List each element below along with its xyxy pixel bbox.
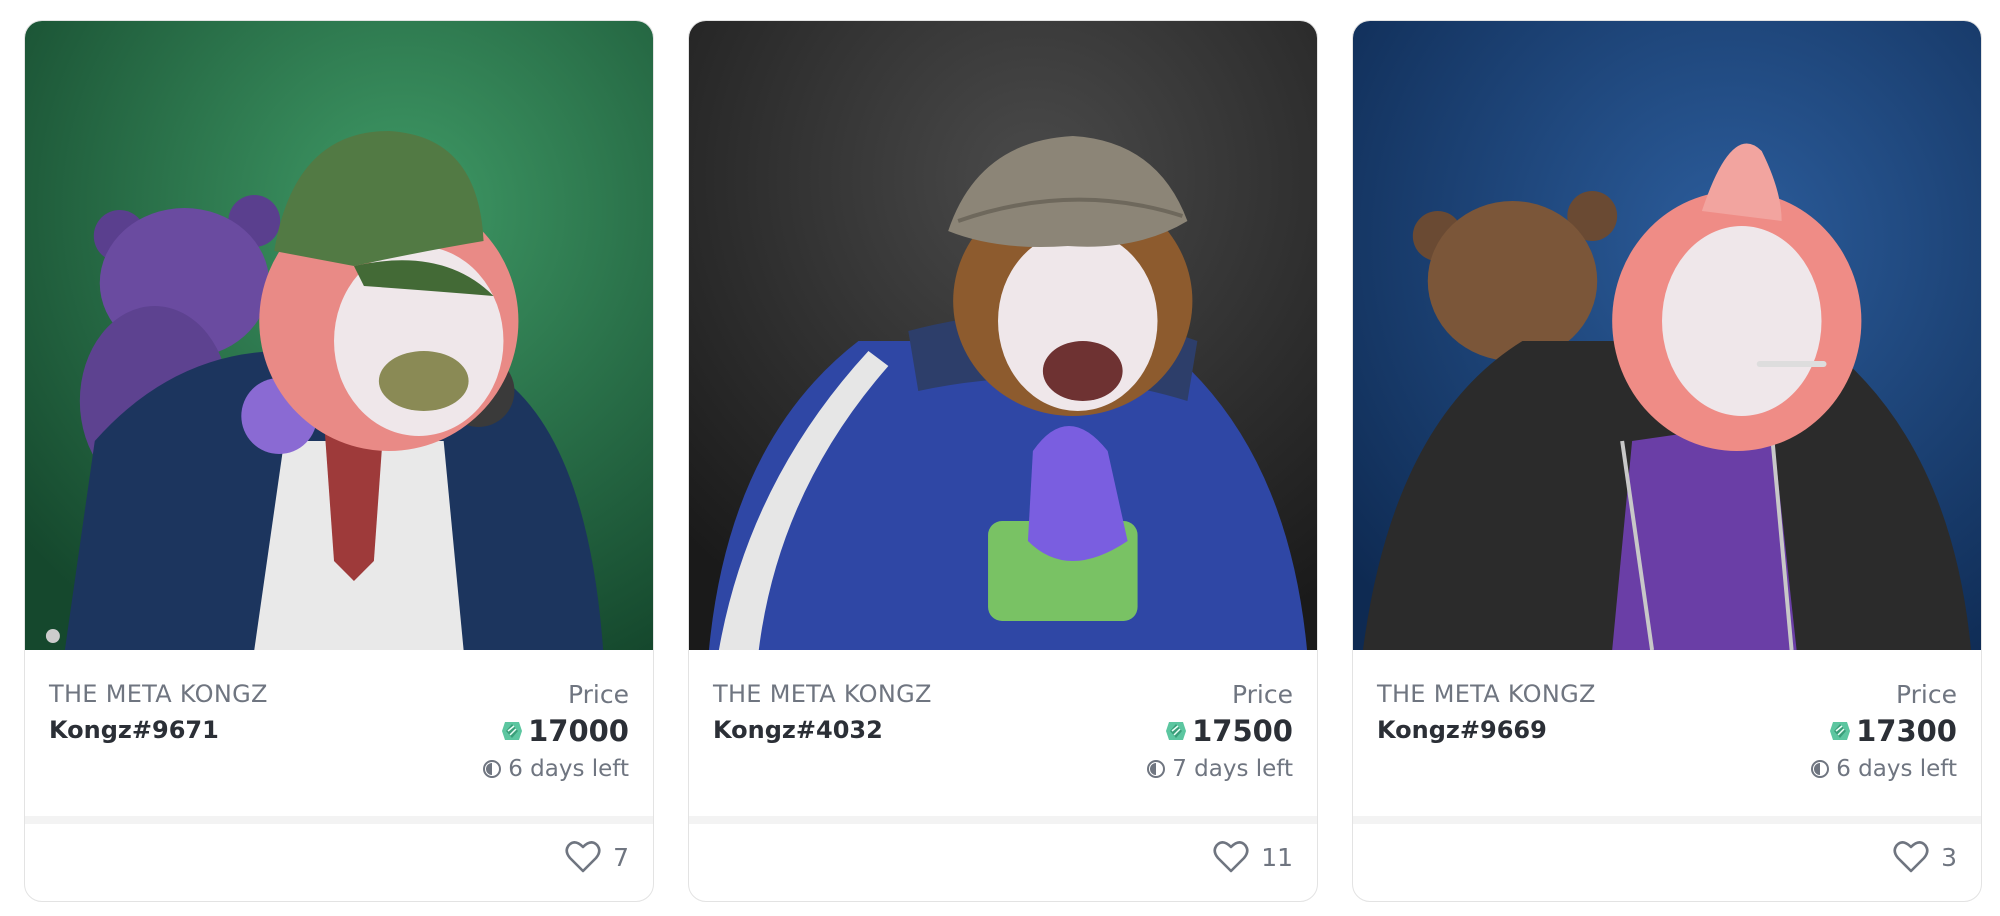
token-name[interactable]: Kongz#4032 — [713, 716, 883, 744]
nft-card[interactable]: THE META KONGZ Kongz#4032 Price 17500 7 … — [688, 20, 1318, 902]
heart-icon[interactable] — [1213, 840, 1249, 874]
like-button[interactable]: 7 — [565, 840, 629, 874]
card-info: THE META KONGZ Kongz#9669 Price 17300 6 … — [1353, 650, 1981, 818]
price-value: 17000 — [528, 714, 629, 748]
nft-card[interactable]: THE META KONGZ Kongz#9671 Price 17000 6 … — [24, 20, 654, 902]
price-label: Price — [568, 680, 629, 709]
like-count: 11 — [1261, 842, 1293, 872]
card-info: THE META KONGZ Kongz#9671 Price 17000 6 … — [25, 650, 653, 818]
like-count: 3 — [1941, 842, 1957, 872]
nft-image[interactable] — [689, 21, 1317, 650]
kong-artwork-blue — [1353, 21, 1981, 650]
price-value: 17500 — [1192, 714, 1293, 748]
price-row: 17300 — [1828, 714, 1957, 748]
collection-name[interactable]: THE META KONGZ — [713, 680, 932, 708]
time-left: 6 days left — [1810, 756, 1957, 782]
card-footer: 3 — [1353, 816, 1981, 901]
heart-icon[interactable] — [565, 840, 601, 874]
token-name[interactable]: Kongz#9671 — [49, 716, 219, 744]
card-footer: 11 — [689, 816, 1317, 901]
nft-card[interactable]: THE META KONGZ Kongz#9669 Price 17300 6 … — [1352, 20, 1982, 902]
collection-name[interactable]: THE META KONGZ — [49, 680, 268, 708]
nft-image[interactable] — [1353, 21, 1981, 650]
card-info: THE META KONGZ Kongz#4032 Price 17500 7 … — [689, 650, 1317, 818]
time-left: 7 days left — [1146, 756, 1293, 782]
time-left-text: 6 days left — [1836, 756, 1957, 782]
collection-name[interactable]: THE META KONGZ — [1377, 680, 1596, 708]
klay-token-icon — [1828, 719, 1852, 743]
price-row: 17500 — [1164, 714, 1293, 748]
time-left: 6 days left — [482, 756, 629, 782]
heart-icon[interactable] — [1893, 840, 1929, 874]
card-footer: 7 — [25, 816, 653, 901]
nft-image[interactable] — [25, 21, 653, 650]
price-value: 17300 — [1856, 714, 1957, 748]
price-row: 17000 — [500, 714, 629, 748]
clock-icon — [1146, 759, 1166, 779]
price-label: Price — [1896, 680, 1957, 709]
time-left-text: 6 days left — [508, 756, 629, 782]
nft-card-grid: THE META KONGZ Kongz#9671 Price 17000 6 … — [24, 20, 1982, 902]
time-left-text: 7 days left — [1172, 756, 1293, 782]
like-button[interactable]: 11 — [1213, 840, 1293, 874]
klay-token-icon — [500, 719, 524, 743]
token-name[interactable]: Kongz#9669 — [1377, 716, 1547, 744]
kong-artwork-green — [25, 21, 653, 650]
clock-icon — [482, 759, 502, 779]
price-label: Price — [1232, 680, 1293, 709]
clock-icon — [1810, 759, 1830, 779]
like-button[interactable]: 3 — [1893, 840, 1957, 874]
like-count: 7 — [613, 842, 629, 872]
kong-artwork-gray — [689, 21, 1317, 650]
klay-token-icon — [1164, 719, 1188, 743]
